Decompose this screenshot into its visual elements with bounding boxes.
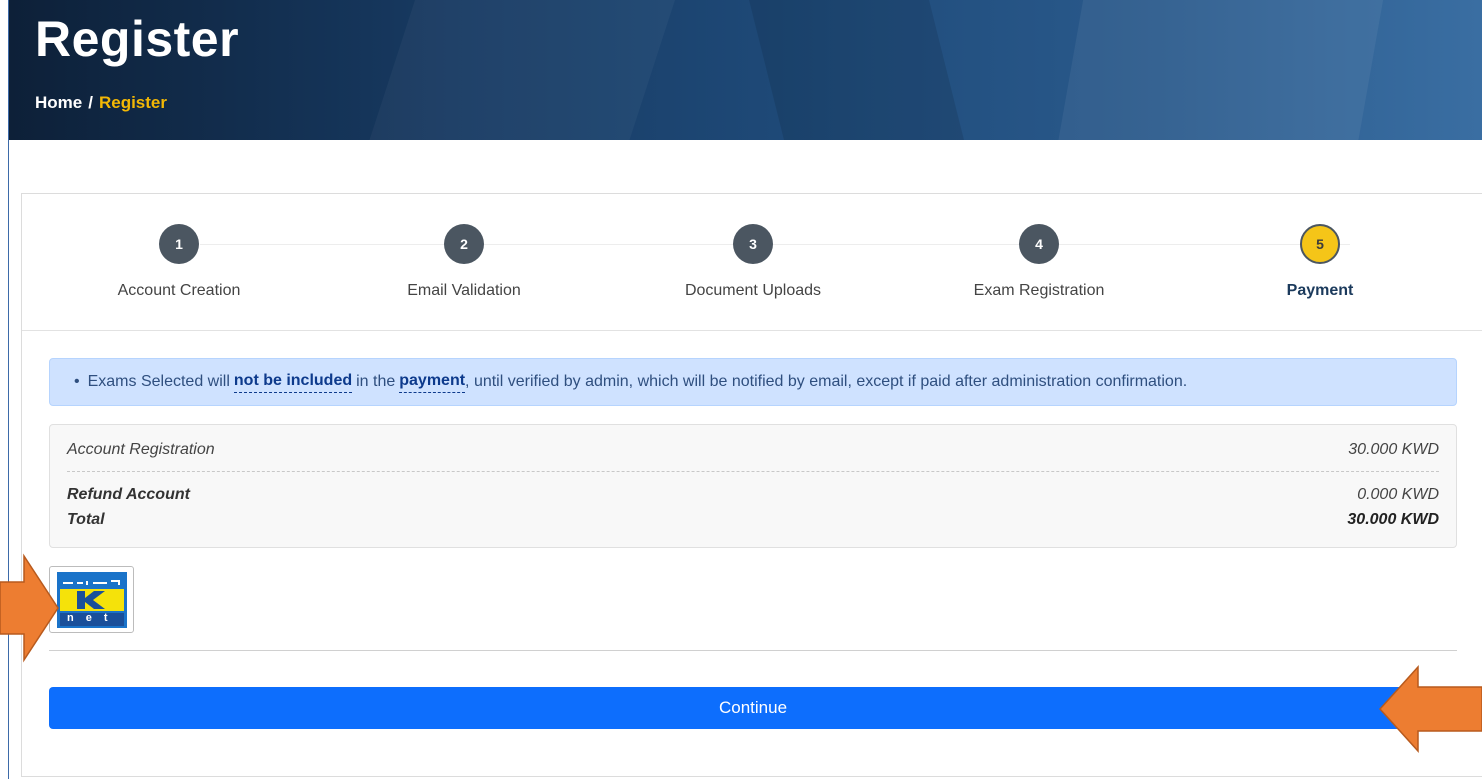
- step-account-creation: 1 Account Creation: [59, 224, 299, 300]
- breadcrumb-home-link[interactable]: Home: [35, 93, 82, 112]
- page-header-banner: Register Home / Register: [9, 0, 1482, 140]
- registration-card: 1 Account Creation 2 Email Validation 3 …: [21, 193, 1482, 777]
- payment-summary: Account Registration 30.000 KWD Refund A…: [49, 424, 1457, 548]
- summary-amount: 30.000 KWD: [1348, 441, 1439, 458]
- annotation-arrow-left-icon: [1378, 665, 1482, 753]
- summary-row-refund-account: Refund Account 0.000 KWD: [67, 486, 1439, 504]
- payment-notice-alert: • Exams Selected will not be included in…: [49, 358, 1457, 406]
- summary-amount: 0.000 KWD: [1357, 486, 1439, 503]
- notice-highlight-not-included: not be included: [233, 372, 353, 393]
- notice-highlight-payment: payment: [399, 372, 466, 393]
- step-label-active: Payment: [1286, 282, 1354, 299]
- step-email-validation: 2 Email Validation: [344, 224, 584, 300]
- summary-row-account-registration: Account Registration 30.000 KWD: [67, 441, 1439, 459]
- step-label: Account Creation: [117, 282, 241, 299]
- step-number-badge: 1: [159, 224, 199, 264]
- step-payment: 5 Payment: [1200, 224, 1440, 300]
- step-number-badge: 2: [444, 224, 484, 264]
- breadcrumb-separator: /: [88, 93, 93, 112]
- summary-total-amount: 30.000 KWD: [1347, 511, 1439, 528]
- section-divider: [49, 650, 1457, 651]
- notice-text: Exams Selected will: [87, 373, 230, 390]
- notice-text: , until verified by admin, which will be…: [465, 373, 1188, 390]
- breadcrumb-current: Register: [98, 93, 167, 112]
- step-label: Document Uploads: [684, 282, 822, 299]
- summary-row-total: Total 30.000 KWD: [67, 511, 1439, 529]
- annotation-arrow-right-icon: [0, 553, 59, 663]
- step-exam-registration: 4 Exam Registration: [919, 224, 1159, 300]
- step-number-badge: 4: [1019, 224, 1059, 264]
- page-title: Register: [35, 11, 240, 67]
- summary-label: Account Registration: [67, 441, 215, 458]
- continue-button[interactable]: Continue: [49, 687, 1457, 729]
- summary-divider: [67, 471, 1439, 472]
- bullet-icon: •: [74, 373, 80, 390]
- step-number-badge: 3: [733, 224, 773, 264]
- breadcrumb: Home / Register: [35, 93, 167, 113]
- summary-label: Refund Account: [67, 486, 190, 503]
- step-document-uploads: 3 Document Uploads: [633, 224, 873, 300]
- notice-text: in the: [356, 373, 396, 390]
- summary-label: Total: [67, 511, 105, 528]
- step-label: Exam Registration: [973, 282, 1105, 299]
- knet-text: net: [67, 612, 120, 624]
- knet-payment-option[interactable]: net: [49, 566, 134, 633]
- step-number-badge-active: 5: [1300, 224, 1340, 264]
- step-label: Email Validation: [407, 282, 521, 299]
- registration-stepper: 1 Account Creation 2 Email Validation 3 …: [22, 194, 1482, 331]
